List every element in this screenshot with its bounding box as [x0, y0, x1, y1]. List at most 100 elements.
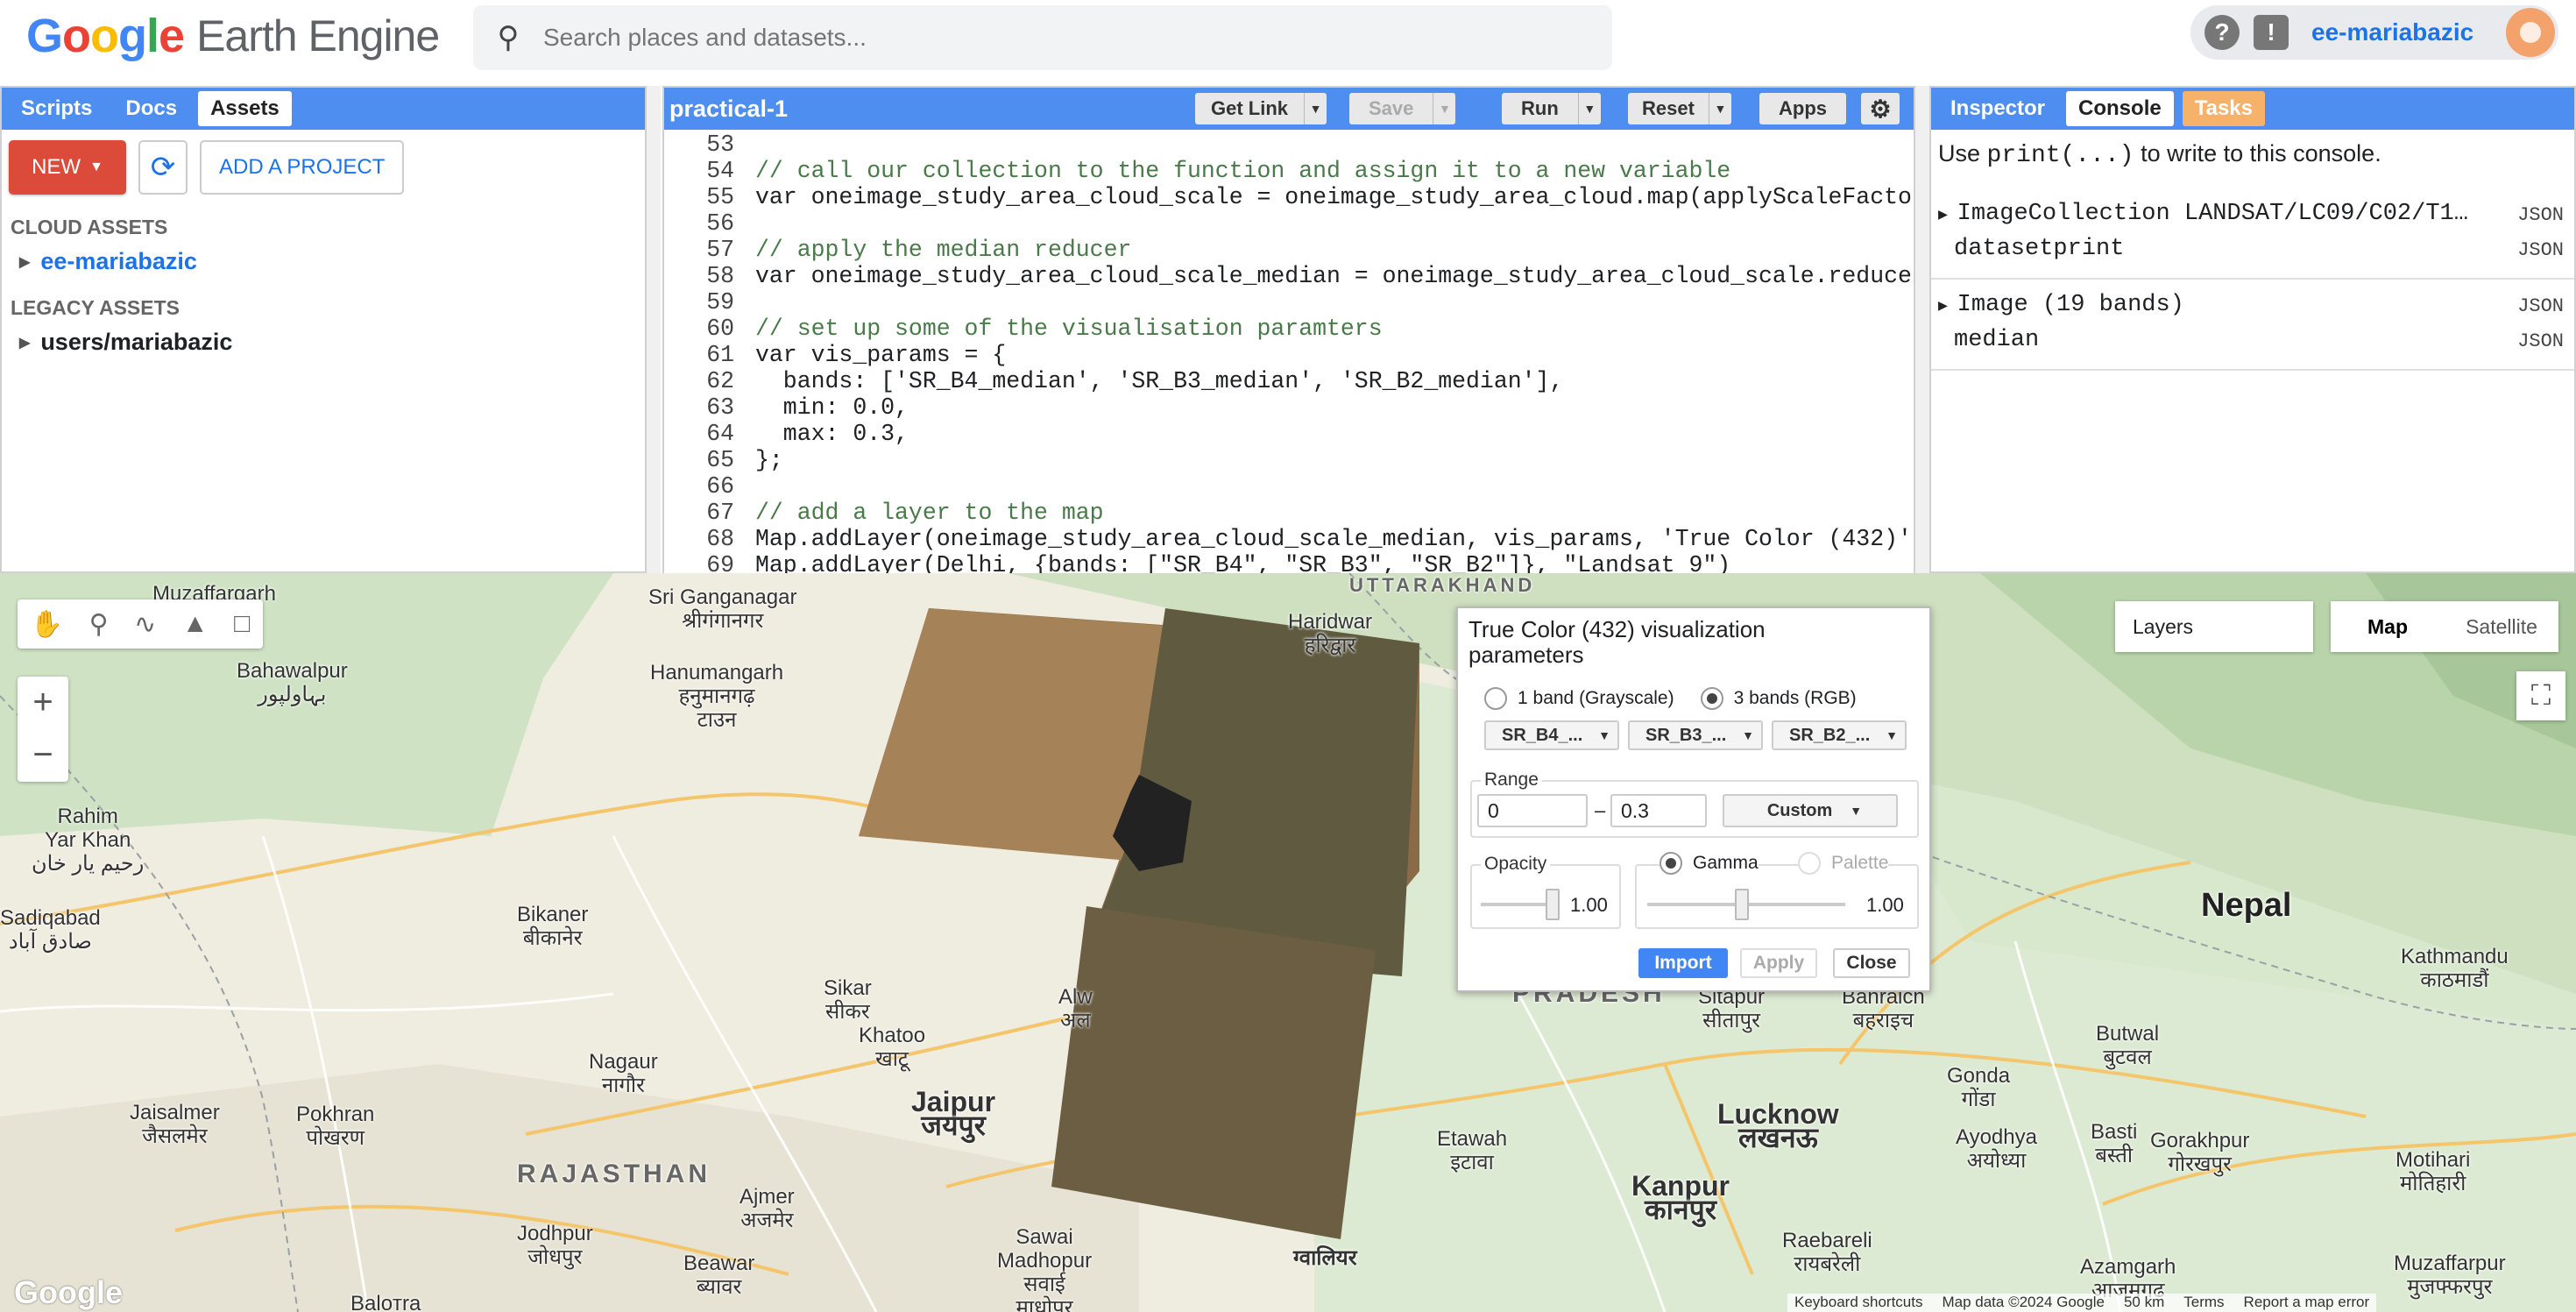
expand-arrow-icon[interactable]: ▶ [19, 334, 30, 351]
save-button[interactable]: Save ▼ [1349, 93, 1456, 124]
refresh-icon[interactable]: ⟳ [138, 140, 188, 195]
polygon-icon[interactable]: ▲ [182, 609, 209, 639]
tab-inspector[interactable]: Inspector [1938, 91, 2057, 126]
console-row[interactable]: ▶ Image (19 bands) JSON [1938, 292, 2567, 327]
tab-console[interactable]: Console [2066, 91, 2174, 126]
feedback-icon[interactable]: ! [2254, 15, 2289, 50]
map-base [0, 573, 2576, 1312]
radio-palette[interactable] [1798, 852, 1821, 875]
caret-down-icon[interactable]: ▼ [1433, 93, 1455, 124]
band-red-select[interactable]: SR_B4_... ▼ [1484, 720, 1619, 750]
layers-button[interactable]: Layers [2115, 601, 2313, 652]
code-line[interactable]: 66 [664, 473, 1914, 500]
code-line[interactable]: 65}; [664, 447, 1914, 473]
expand-arrow-icon[interactable]: ▶ [1938, 298, 1957, 316]
console-row[interactable]: ▶ ImageCollection LANDSAT/LC09/C02/T1… JS… [1938, 201, 2567, 236]
range-min-input[interactable]: 0 [1477, 794, 1588, 827]
range-max-input[interactable]: 0.3 [1610, 794, 1707, 827]
code-line[interactable]: 63 min: 0.0, [664, 394, 1914, 421]
json-link[interactable]: JSON [2517, 295, 2564, 317]
fullscreen-icon[interactable]: ⛶ [2516, 671, 2565, 720]
code-line[interactable]: 53 [664, 131, 1914, 158]
band-green-select[interactable]: SR_B3_... ▼ [1628, 720, 1763, 750]
keyboard-shortcuts-link[interactable]: Keyboard shortcuts [1794, 1294, 1922, 1312]
radio-three-bands[interactable] [1700, 687, 1723, 710]
band-mode-row: 1 band (Grayscale) 3 bands (RGB) [1484, 687, 1929, 710]
add-project-button[interactable]: ADD A PROJECT [200, 140, 405, 195]
code-line[interactable]: 62 bands: ['SR_B4_median', 'SR_B3_median… [664, 368, 1914, 394]
band-blue-select[interactable]: SR_B2_... ▼ [1772, 720, 1907, 750]
tab-scripts[interactable]: Scripts [9, 91, 104, 126]
search-input[interactable] [543, 24, 1507, 52]
tab-assets[interactable]: Assets [198, 91, 292, 126]
reset-button[interactable]: Reset ▼ [1628, 93, 1731, 124]
marker-icon[interactable]: ⚲ [89, 609, 109, 640]
code-line[interactable]: 64 max: 0.3, [664, 421, 1914, 447]
caret-down-icon[interactable]: ▼ [1304, 93, 1327, 124]
caret-down-icon: ▼ [1886, 728, 1898, 742]
code-line[interactable]: 69 Map.addLayer(Delhi, {bands: ["SR_B4", … [664, 552, 1914, 573]
splitter-right[interactable] [1915, 86, 1929, 573]
code-line[interactable]: 57 // apply the median reducer [664, 237, 1914, 263]
search-bar[interactable]: ⚲ [473, 5, 1612, 70]
map-label: Kanpur कानपुर [1631, 1170, 1730, 1225]
zoom-out-button[interactable]: − [18, 729, 68, 782]
code-line[interactable]: 68 Map.addLayer(oneimage_study_area_cloud… [664, 526, 1914, 552]
tree-item-cloud-project[interactable]: ▶ ee-mariabazic [19, 248, 645, 275]
palette-option[interactable]: Palette [1798, 852, 1889, 875]
user-name[interactable]: ee-mariabazic [2311, 18, 2473, 46]
line-icon[interactable]: ∿ [134, 609, 156, 640]
code-line[interactable]: 61 var vis_params = { [664, 342, 1914, 368]
expand-arrow-icon[interactable]: ▶ [1938, 207, 1957, 224]
new-button[interactable]: NEW ▼ [9, 140, 126, 195]
gamma-slider-thumb[interactable] [1735, 889, 1749, 920]
code-line[interactable]: 55 var oneimage_study_area_cloud_scale = … [664, 184, 1914, 210]
gear-icon[interactable]: ⚙ [1861, 93, 1900, 124]
caret-down-icon[interactable]: ▼ [1577, 93, 1601, 124]
line-number: 60 [706, 316, 734, 342]
map-type-map[interactable]: Map [2331, 601, 2445, 652]
caret-down-icon[interactable]: ▼ [1708, 93, 1731, 124]
help-icon[interactable]: ? [2204, 15, 2240, 50]
apps-button[interactable]: Apps [1759, 93, 1846, 124]
tree-item-legacy-user[interactable]: ▶ users/mariabazic [19, 329, 645, 356]
map-canvas[interactable]: Muzaffargarh Sri Ganganagar श्रीगंगानगर … [0, 573, 2576, 1312]
hand-icon[interactable]: ✋ [31, 609, 63, 640]
code-line[interactable]: 54 // call our collection to the function… [664, 158, 1914, 184]
opacity-slider-thumb[interactable] [1546, 889, 1560, 920]
zoom-in-button[interactable]: + [18, 677, 68, 729]
json-link[interactable]: JSON [2517, 330, 2564, 352]
expand-arrow-icon[interactable]: ▶ [19, 253, 30, 271]
range-label: Range [1481, 769, 1542, 791]
apply-button[interactable]: Apply [1740, 948, 1817, 978]
json-link[interactable]: JSON [2517, 239, 2564, 261]
import-button[interactable]: Import [1638, 948, 1728, 978]
code-line[interactable]: 56 [664, 210, 1914, 237]
rectangle-icon[interactable]: □ [234, 609, 250, 639]
avatar[interactable] [2506, 8, 2555, 57]
run-button[interactable]: Run ▼ [1502, 93, 1601, 124]
stretch-select[interactable]: Custom ▼ [1723, 794, 1898, 827]
code-text: Map.addLayer(Delhi, {bands: ["SR_B4", "S… [755, 552, 1731, 573]
code-area[interactable]: 53 54 // call our collection to the functi… [664, 131, 1914, 573]
splitter-left[interactable] [647, 86, 661, 573]
gamma-option[interactable]: Gamma [1660, 852, 1759, 875]
tab-docs[interactable]: Docs [113, 91, 189, 126]
code-line[interactable]: 67 // add a layer to the map [664, 500, 1914, 526]
code-line[interactable]: 58 var oneimage_study_area_cloud_scale_me… [664, 263, 1914, 289]
map-type-satellite[interactable]: Satellite [2445, 601, 2558, 652]
code-line[interactable]: 59 [664, 289, 1914, 316]
code-line[interactable]: 60 // set up some of the visualisation pa… [664, 316, 1914, 342]
get-link-button[interactable]: Get Link ▼ [1195, 93, 1327, 124]
close-button[interactable]: Close [1833, 948, 1910, 978]
visualization-dialog: True Color (432) visualization parameter… [1456, 606, 1931, 992]
radio-one-band[interactable] [1484, 687, 1507, 710]
scale-text[interactable]: 50 km [2124, 1294, 2164, 1312]
tab-tasks[interactable]: Tasks [2182, 91, 2265, 126]
earth-engine-logo[interactable]: Google Earth Engine [26, 5, 440, 67]
radio-gamma[interactable] [1660, 852, 1682, 875]
report-error-link[interactable]: Report a map error [2244, 1294, 2370, 1312]
json-link[interactable]: JSON [2517, 204, 2564, 226]
terms-link[interactable]: Terms [2183, 1294, 2224, 1312]
map-label: Sri Ganganagar श्रीगंगानगर [648, 585, 797, 633]
